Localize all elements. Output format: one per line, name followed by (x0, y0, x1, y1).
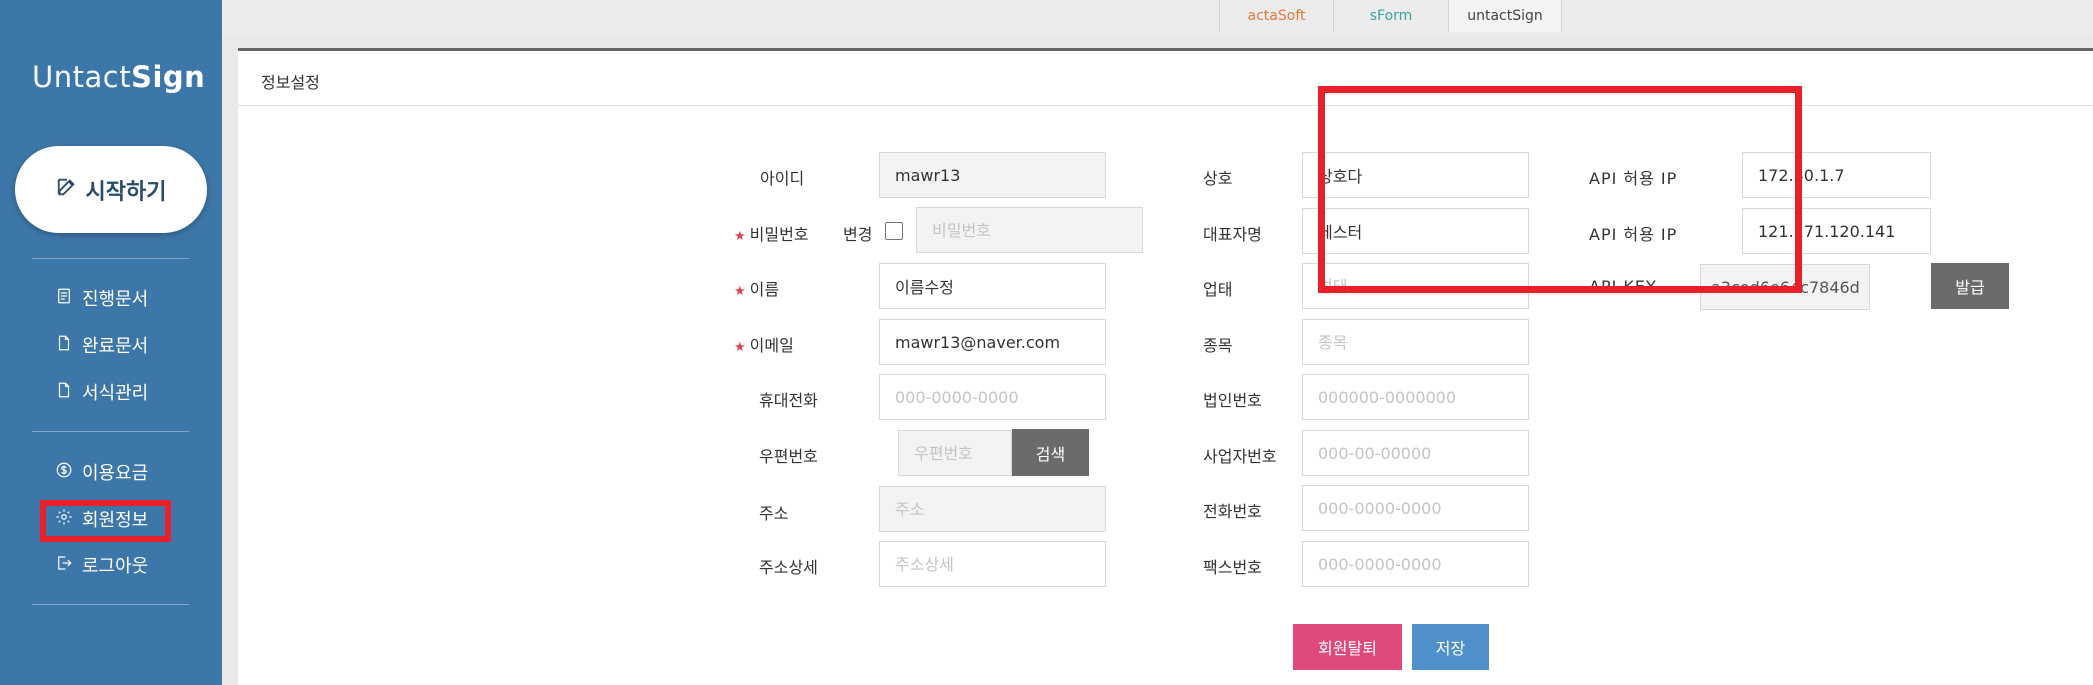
sidebar-item-pricing[interactable]: 이용요금 (55, 459, 148, 485)
save-button[interactable]: 저장 (1412, 624, 1489, 670)
tab-label: actaSoft (1247, 8, 1306, 24)
edit-icon (56, 176, 78, 204)
phone-label: 휴대전화 (759, 391, 818, 410)
member-info-highlight (40, 500, 171, 542)
app-logo[interactable]: UntactSign (32, 60, 205, 94)
tab-label: untactSign (1467, 8, 1543, 24)
telephone-input[interactable] (1302, 485, 1529, 531)
zip-input[interactable] (898, 430, 1012, 476)
business-type-label: 업태 (1203, 280, 1233, 299)
name-label: ★ 이름 (734, 276, 779, 300)
zip-label: 우편번호 (759, 447, 818, 466)
logout-icon (55, 554, 73, 577)
sidebar-item-templates[interactable]: 서식관리 (55, 379, 148, 405)
corporate-number-label: 법인번호 (1203, 391, 1262, 410)
email-label: ★ 이메일 (734, 332, 794, 356)
required-star-icon: ★ (734, 340, 746, 355)
sidebar-item-in-progress[interactable]: 진행문서 (55, 285, 148, 311)
settings-panel: 정보설정 아이디 ★비밀번호 변경 ★이름 ★이메일 휴대전화 우편번호 검색 … (238, 48, 2093, 685)
sidebar-item-completed[interactable]: 완료문서 (55, 332, 148, 358)
name-input[interactable] (879, 263, 1106, 309)
start-button[interactable]: 시작하기 (15, 146, 207, 233)
file-icon (55, 334, 73, 357)
sidebar-item-label: 진행문서 (82, 289, 149, 310)
id-label: 아이디 (760, 169, 805, 188)
ceo-label: 대표자명 (1203, 225, 1262, 244)
email-label-text: 이메일 (749, 336, 794, 355)
business-item-input[interactable] (1302, 319, 1529, 365)
logo-text-light: Untact (32, 60, 132, 94)
phone-input[interactable] (879, 374, 1106, 420)
tab-sform[interactable]: sForm (1334, 0, 1449, 32)
password-label-text: 비밀번호 (749, 225, 809, 244)
zip-search-button[interactable]: 검색 (1012, 429, 1089, 476)
panel-header: 정보설정 (238, 51, 2093, 106)
fax-input[interactable] (1302, 541, 1529, 587)
sidebar-item-label: 로그아웃 (82, 556, 149, 577)
email-input[interactable] (879, 319, 1106, 365)
document-icon (55, 287, 73, 310)
logo-text-bold: Sign (131, 60, 206, 94)
sidebar-divider (32, 431, 189, 432)
password-input[interactable] (916, 207, 1143, 253)
telephone-label: 전화번호 (1203, 502, 1262, 521)
sidebar: UntactSign 시작하기 진행문서 완료문서 서식관리 이용요금 회원정보… (0, 0, 222, 685)
sidebar-item-label: 이용요금 (82, 463, 149, 484)
sidebar-item-logout[interactable]: 로그아웃 (55, 552, 148, 578)
sidebar-divider (32, 258, 189, 259)
id-field[interactable] (879, 152, 1106, 198)
api-section-highlight (1318, 86, 1802, 293)
tab-label: sForm (1369, 8, 1413, 24)
business-number-input[interactable] (1302, 430, 1529, 476)
password-change-checkbox[interactable] (885, 222, 903, 240)
api-key-issue-button[interactable]: 발급 (1931, 263, 2009, 309)
password-label: ★ 비밀번호 (734, 221, 809, 245)
withdraw-button[interactable]: 회원탈퇴 (1293, 624, 1402, 670)
fax-label: 팩스번호 (1203, 558, 1262, 577)
tab-actasoft[interactable]: actaSoft (1219, 0, 1334, 32)
address-detail-label: 주소상세 (759, 558, 818, 577)
page-title: 정보설정 (261, 73, 320, 92)
corporate-number-input[interactable] (1302, 374, 1529, 420)
password-change-label: 변경 (843, 225, 873, 244)
address-label: 주소 (759, 504, 789, 523)
required-star-icon: ★ (734, 229, 746, 244)
business-item-label: 종목 (1203, 336, 1233, 355)
required-star-icon: ★ (734, 284, 746, 299)
top-tab-bar: actaSoft sForm untactSign (222, 0, 2093, 35)
address-input[interactable] (879, 486, 1106, 532)
address-detail-input[interactable] (879, 541, 1106, 587)
start-button-label: 시작하기 (85, 179, 167, 205)
sidebar-divider (32, 604, 189, 605)
dollar-icon (55, 461, 73, 484)
sidebar-item-label: 서식관리 (82, 383, 149, 404)
sidebar-item-label: 완료문서 (82, 336, 149, 357)
name-label-text: 이름 (749, 280, 780, 299)
file-icon (55, 381, 73, 404)
business-number-label: 사업자번호 (1203, 447, 1277, 466)
company-label: 상호 (1203, 169, 1233, 188)
tab-untactsign[interactable]: untactSign (1449, 0, 1562, 32)
